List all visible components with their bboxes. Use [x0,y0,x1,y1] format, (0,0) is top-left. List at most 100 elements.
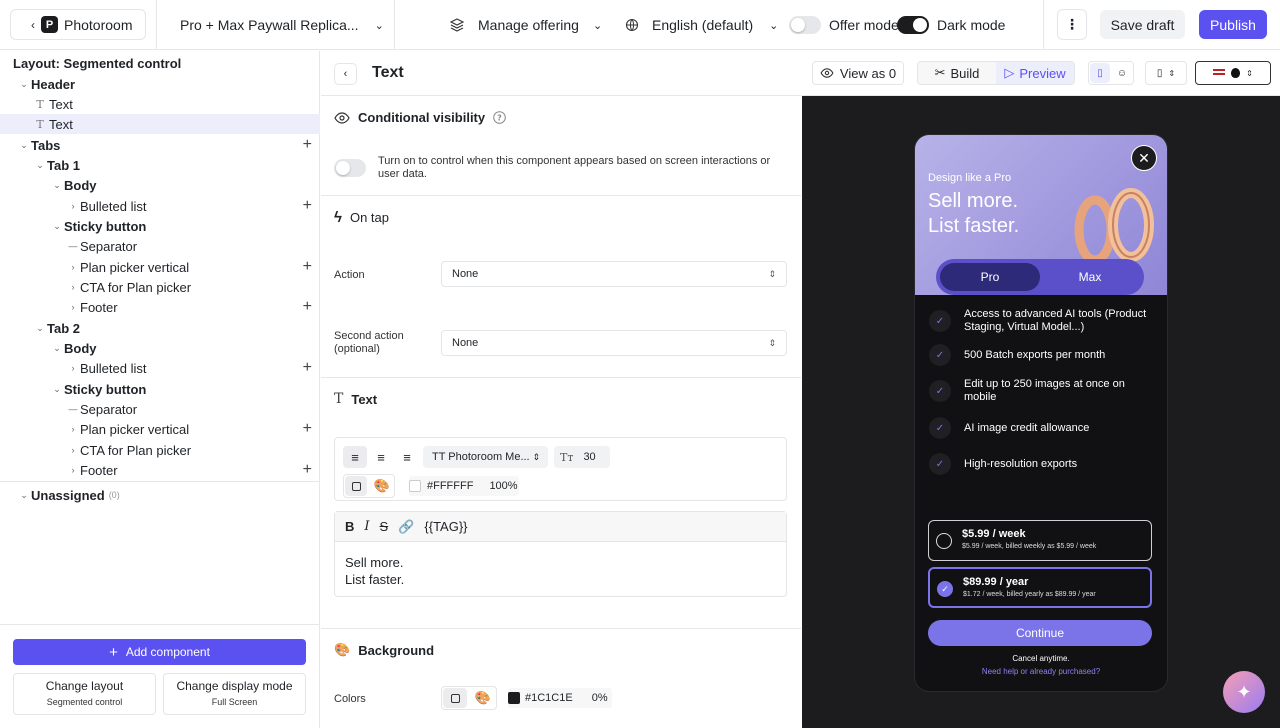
close-icon[interactable]: ✕ [1131,145,1157,171]
tree-item-cta[interactable]: › CTA for Plan picker [0,277,320,297]
bold-icon[interactable]: B [345,519,354,534]
add-icon[interactable]: + [303,135,312,155]
chevron-down-icon[interactable]: ⌄ [17,490,31,501]
tree-item-cta[interactable]: › CTA for Plan picker [0,440,320,460]
align-right-icon[interactable]: ≡ [395,446,419,468]
tree-item-tabs[interactable]: ⌄ Tabs + [0,135,320,155]
build-button[interactable]: ✂ Build [918,62,996,84]
second-action-select[interactable]: None ⇕ [441,330,787,356]
tree-item-bulleted-list[interactable]: › Bulleted list + [0,196,320,216]
chevron-right-icon[interactable]: › [66,201,80,211]
chevron-down-icon[interactable]: ⌄ [33,323,47,334]
align-left-icon[interactable]: ≡ [343,446,367,468]
solid-color-icon[interactable] [345,476,367,496]
portrait-icon[interactable]: ▯ [1090,63,1110,83]
add-icon[interactable]: + [303,297,312,317]
add-icon[interactable]: + [303,358,312,378]
tree-item-plan-picker[interactable]: › Plan picker vertical + [0,419,320,439]
tree-item-plan-picker[interactable]: › Plan picker vertical + [0,257,320,277]
chevron-right-icon[interactable]: › [66,282,80,292]
tree-item-footer[interactable]: › Footer + [0,460,320,480]
chevron-down-icon[interactable]: ⌄ [50,180,64,191]
text-editor[interactable]: B I S 🔗 {{TAG}} Sell more. List faster. [334,511,787,597]
strikethrough-icon[interactable]: S [380,519,389,534]
chevron-right-icon[interactable]: › [66,424,80,434]
help-link[interactable]: Need help or already purchased? [915,667,1167,676]
tree-item-sticky-button[interactable]: ⌄ Sticky button [0,379,320,399]
solid-color-icon[interactable] [443,688,467,708]
plan-option-weekly[interactable]: $5.99 / week $5.99 / week, billed weekly… [928,520,1152,561]
bg-color-field[interactable]: #1C1C1E 0% [508,688,612,708]
tree-item-bulleted-list[interactable]: › Bulleted list + [0,358,320,378]
back-button[interactable]: ‹ [334,63,357,85]
link-icon[interactable]: 🔗 [398,519,414,535]
italic-icon[interactable]: I [364,519,369,534]
action-select[interactable]: None ⇕ [441,261,787,287]
add-icon[interactable]: + [303,460,312,480]
tree-item-unassigned[interactable]: ⌄ Unassigned (0) [0,485,320,505]
tree-item-tab-2[interactable]: ⌄ Tab 2 [0,318,320,338]
tree-item-separator[interactable]: — Separator [0,236,320,256]
chevron-down-icon[interactable]: ⌄ [33,160,47,171]
editor-content[interactable]: Sell more. List faster. [335,542,786,600]
change-display-mode-button[interactable]: Change display mode Full Screen [163,673,306,715]
chevron-down-icon[interactable]: ⌄ [17,140,31,151]
dark-mode-toggle[interactable] [897,16,929,34]
tree-item-text[interactable]: T Text [0,94,320,114]
change-layout-value: Segmented control [46,697,123,707]
device-select[interactable]: ▯ ⇕ [1145,61,1187,85]
plan-option-yearly[interactable]: ✓ $89.99 / year $1.72 / week, billed yea… [928,567,1152,608]
tree-item-tab-1[interactable]: ⌄ Tab 1 [0,155,320,175]
chevron-right-icon[interactable]: › [66,465,80,475]
continue-button[interactable]: Continue [928,620,1152,646]
view-as-button[interactable]: View as 0 [812,61,904,85]
align-center-icon[interactable]: ≡ [369,446,393,468]
language-selector[interactable]: English (default) ⌄ [625,0,778,50]
chevron-down-icon[interactable]: ⌄ [50,384,64,395]
font-select[interactable]: TT Photoroom Me... ⇕ [423,446,548,468]
tree-item-sticky-button[interactable]: ⌄ Sticky button [0,216,320,236]
add-icon[interactable]: + [303,257,312,277]
chevron-down-icon[interactable]: ⌄ [50,343,64,354]
palette-icon[interactable]: 🎨 [471,688,495,708]
publish-button[interactable]: Publish [1199,10,1267,39]
check-icon: ✓ [929,417,951,439]
ai-assistant-button[interactable]: ✦ [1223,671,1265,713]
manage-offering-label: Manage offering [478,17,579,33]
tree-item-header[interactable]: ⌄ Header [0,74,320,94]
tree-item-body[interactable]: ⌄ Body [0,175,320,195]
tree-item-text-selected[interactable]: T Text [0,114,320,134]
tree-item-separator[interactable]: — Separator [0,399,320,419]
tab-pro[interactable]: Pro [940,263,1040,291]
preview-button[interactable]: ▷ Preview [996,62,1074,84]
chevron-right-icon[interactable]: › [66,445,80,455]
chevron-right-icon[interactable]: › [66,262,80,272]
add-icon[interactable]: + [303,196,312,216]
more-options-button[interactable]: ⋮ [1057,9,1087,40]
tab-max[interactable]: Max [1040,263,1140,291]
chevron-down-icon[interactable]: ⌄ [50,221,64,232]
help-icon[interactable]: ? [493,111,506,124]
add-icon[interactable]: + [303,419,312,439]
save-draft-button[interactable]: Save draft [1100,10,1185,39]
locale-platform-select[interactable]: ⇕ [1195,61,1271,85]
user-icon[interactable]: ☺ [1112,63,1132,83]
chevron-right-icon[interactable]: › [66,363,80,373]
tree-item-body[interactable]: ⌄ Body [0,338,320,358]
chevron-right-icon[interactable]: › [66,302,80,312]
chevron-down-icon: ⌄ [374,19,384,32]
palette-icon[interactable]: 🎨 [371,476,393,496]
change-layout-button[interactable]: Change layout Segmented control [13,673,156,715]
tree-item-footer[interactable]: › Footer + [0,297,320,317]
manage-offering-button[interactable]: Manage offering ⌄ [450,0,602,50]
back-button[interactable]: ‹ P Photoroom [10,9,146,40]
text-color-field[interactable]: #FFFFFF 100% [409,476,519,496]
conditional-visibility-toggle[interactable] [334,159,366,177]
add-component-button[interactable]: + Add component [13,639,306,665]
font-size-field[interactable]: Tт 30 [554,446,610,468]
tag-button[interactable]: {{TAG}} [424,519,467,534]
project-selector[interactable]: Pro + Max Paywall Replica... ⌄ [180,0,384,50]
chevron-down-icon[interactable]: ⌄ [17,79,31,90]
offer-mode-toggle[interactable] [789,16,821,34]
hero-title-line: Sell more. [928,190,1019,212]
